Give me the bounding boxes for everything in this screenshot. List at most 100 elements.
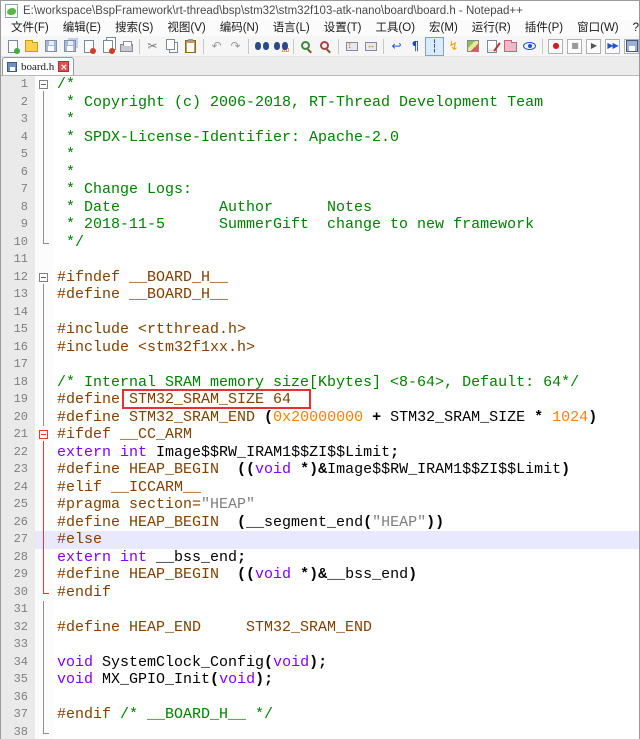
code-text[interactable]: * 2018-11-5 SummerGift change to new fra… <box>53 216 639 234</box>
line-number: 19 <box>1 391 35 409</box>
code-text[interactable]: #define HEAP_BEGIN ((void *)&__bss_end) <box>53 566 639 584</box>
code-text[interactable] <box>53 601 639 619</box>
code-line-9: 9 * 2018-11-5 SummerGift change to new f… <box>1 216 639 234</box>
copy-icon[interactable] <box>162 37 181 56</box>
save-all-icon[interactable] <box>60 37 79 56</box>
fold-toggle-icon[interactable] <box>35 269 53 287</box>
show-all-characters-icon[interactable]: ¶ <box>406 37 425 56</box>
code-text[interactable]: * Copyright (c) 2006-2018, RT-Thread Dev… <box>53 94 639 112</box>
line-number: 14 <box>1 304 35 322</box>
macro-record-icon[interactable]: ● <box>546 37 565 56</box>
code-text[interactable]: #ifndef __BOARD_H__ <box>53 269 639 287</box>
code-text[interactable]: * <box>53 164 639 182</box>
zoom-out-icon[interactable] <box>316 37 335 56</box>
replace-icon: ab <box>274 42 288 51</box>
code-text[interactable]: * SPDX-License-Identifier: Apache-2.0 <box>53 129 639 147</box>
code-text[interactable] <box>53 689 639 707</box>
code-text[interactable]: #define HEAP_END STM32_SRAM_END <box>53 619 639 637</box>
tab-board-h[interactable]: board.h ✕ <box>2 57 74 75</box>
menu-item-5[interactable]: 语言(L) <box>266 20 317 36</box>
menu-item-1[interactable]: 编辑(E) <box>56 20 108 36</box>
redo-icon[interactable]: ↷ <box>226 37 245 56</box>
code-text[interactable] <box>53 356 639 374</box>
code-text[interactable] <box>53 304 639 322</box>
menu-item-2[interactable]: 搜索(S) <box>108 20 160 36</box>
menu-item-8[interactable]: 宏(M) <box>422 20 465 36</box>
code-line-11: 11 <box>1 251 639 269</box>
new-file-icon[interactable] <box>3 37 22 56</box>
code-text[interactable]: /* <box>53 76 639 94</box>
code-text[interactable] <box>53 724 639 739</box>
code-text[interactable]: #define __BOARD_H__ <box>53 286 639 304</box>
undo-icon[interactable]: ↶ <box>207 37 226 56</box>
fold-toggle-icon[interactable] <box>35 76 53 94</box>
code-text[interactable]: #include <stm32f1xx.h> <box>53 339 639 357</box>
code-text[interactable]: void MX_GPIO_Init(void); <box>53 671 639 689</box>
folder-as-workspace-icon[interactable] <box>501 37 520 56</box>
code-line-15: 15#include <rtthread.h> <box>1 321 639 339</box>
document-monitor-icon[interactable] <box>520 37 539 56</box>
macro-play-icon[interactable]: ▶ <box>584 37 603 56</box>
cut-icon[interactable]: ✂ <box>143 37 162 56</box>
fold-margin <box>35 94 53 112</box>
code-text[interactable]: #ifdef __CC_ARM <box>53 426 639 444</box>
line-number: 30 <box>1 584 35 602</box>
code-text[interactable]: #endif /* __BOARD_H__ */ <box>53 706 639 724</box>
code-text[interactable]: extern int Image$$RW_IRAM1$$ZI$$Limit; <box>53 444 639 462</box>
menu-item-10[interactable]: 插件(P) <box>518 20 570 36</box>
sync-vertical-scroll-icon[interactable]: ↕ <box>342 37 361 56</box>
close-all-icon[interactable] <box>98 37 117 56</box>
replace-icon[interactable]: ab <box>271 37 290 56</box>
code-text[interactable]: */ <box>53 234 639 252</box>
code-text[interactable]: #include <rtthread.h> <box>53 321 639 339</box>
code-text[interactable]: #pragma section="HEAP" <box>53 496 639 514</box>
code-text[interactable]: #endif <box>53 584 639 602</box>
menu-item-9[interactable]: 运行(R) <box>465 20 518 36</box>
code-text[interactable]: * <box>53 111 639 129</box>
menu-item-11[interactable]: 窗口(W) <box>570 20 626 36</box>
code-text[interactable]: #define STM32_SRAM_SIZE 64 <box>53 391 639 409</box>
fold-toggle-icon[interactable] <box>35 426 53 444</box>
macro-stop-icon[interactable]: ■ <box>565 37 584 56</box>
menu-item-7[interactable]: 工具(O) <box>368 20 422 36</box>
code-text[interactable]: * <box>53 146 639 164</box>
code-text[interactable]: #define HEAP_BEGIN ((void *)&Image$$RW_I… <box>53 461 639 479</box>
menu-item-6[interactable]: 设置(T) <box>317 20 369 36</box>
menu-item-0[interactable]: 文件(F) <box>4 20 56 36</box>
menu-item-3[interactable]: 视图(V) <box>160 20 212 36</box>
code-text[interactable]: extern int __bss_end; <box>53 549 639 567</box>
document-map-icon[interactable] <box>463 37 482 56</box>
open-file-icon[interactable] <box>22 37 41 56</box>
code-text[interactable]: * Change Logs: <box>53 181 639 199</box>
code-text[interactable]: #define HEAP_BEGIN (__segment_end("HEAP"… <box>53 514 639 532</box>
function-list-icon <box>487 40 497 53</box>
user-defined-language-icon[interactable]: ↯ <box>444 37 463 56</box>
code-text[interactable]: #define STM32_SRAM_END (0x20000000 + STM… <box>53 409 639 427</box>
code-text[interactable] <box>53 636 639 654</box>
code-text[interactable] <box>53 251 639 269</box>
close-icon[interactable] <box>79 37 98 56</box>
code-editor[interactable]: 1/*2 * Copyright (c) 2006-2018, RT-Threa… <box>1 76 639 739</box>
paste-icon[interactable] <box>181 37 200 56</box>
print-icon[interactable] <box>117 37 136 56</box>
macro-run-multiple-icon[interactable]: ▶▶ <box>603 37 622 56</box>
sync-horizontal-scroll-icon[interactable]: ↔ <box>361 37 380 56</box>
save-icon[interactable] <box>41 37 60 56</box>
find-icon[interactable] <box>252 37 271 56</box>
code-line-5: 5 * <box>1 146 639 164</box>
word-wrap-icon[interactable]: ↩ <box>387 37 406 56</box>
macro-save-icon[interactable] <box>622 37 640 56</box>
toolbar-separator <box>248 39 249 54</box>
menu-bar: 文件(F)编辑(E)搜索(S)视图(V)编码(N)语言(L)设置(T)工具(O)… <box>1 20 639 36</box>
code-text[interactable]: #else <box>53 531 639 549</box>
zoom-in-icon[interactable] <box>297 37 316 56</box>
indent-guide-icon[interactable]: ┆ <box>425 37 444 56</box>
menu-item-12[interactable]: ? <box>626 20 640 36</box>
save-all-icon <box>64 40 76 52</box>
menu-item-4[interactable]: 编码(N) <box>213 20 266 36</box>
code-text[interactable]: * Date Author Notes <box>53 199 639 217</box>
tab-close-icon[interactable]: ✕ <box>58 61 69 72</box>
code-text[interactable]: #elif __ICCARM__ <box>53 479 639 497</box>
function-list-icon[interactable] <box>482 37 501 56</box>
code-text[interactable]: void SystemClock_Config(void); <box>53 654 639 672</box>
